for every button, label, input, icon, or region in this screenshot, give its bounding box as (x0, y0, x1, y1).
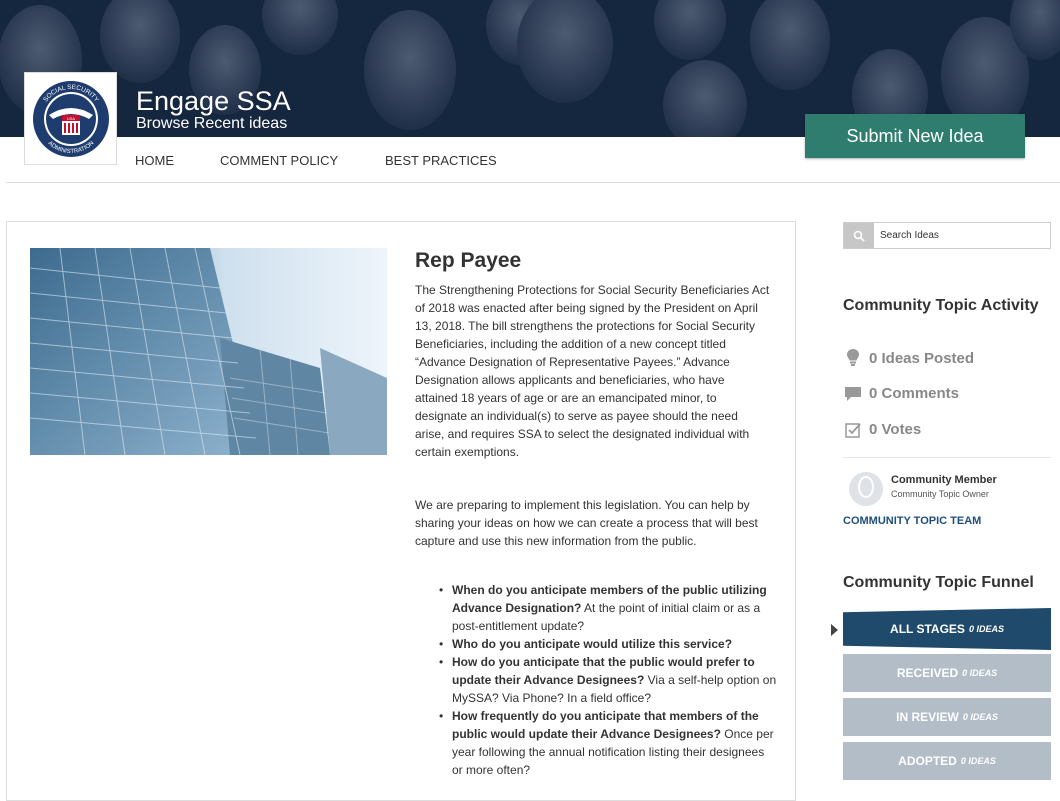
stage-count: 0 IDEAS (962, 668, 998, 678)
search-input[interactable] (880, 223, 1048, 248)
stage-label: ALL STAGES (890, 622, 965, 636)
list-item: When do you anticipate members of the pu… (439, 581, 777, 635)
topic-call-to-action: We are preparing to implement this legis… (415, 498, 758, 548)
ideas-posted-stat: 0 Ideas Posted (843, 349, 974, 367)
stage-label: ADOPTED (898, 754, 957, 768)
avatar[interactable] (849, 472, 883, 506)
ssa-seal-icon: USA SOCIAL SECURITY ADMINISTRATION (32, 80, 109, 157)
question-bold: Who do you anticipate would utilize this… (452, 637, 733, 651)
stage-all-stages[interactable]: ALL STAGES 0 IDEAS (843, 608, 1051, 650)
list-item: How frequently do you anticipate that me… (439, 707, 777, 779)
active-stage-pointer-icon (831, 624, 838, 636)
user-avatar-icon (849, 472, 883, 506)
question-bold: How frequently do you anticipate that me… (452, 709, 759, 741)
question-list: When do you anticipate members of the pu… (439, 581, 777, 779)
search-icon (853, 230, 865, 242)
building-photo (30, 248, 387, 455)
stage-count: 0 IDEAS (962, 712, 998, 722)
community-topic-team-link[interactable]: COMMUNITY TOPIC TEAM (843, 515, 981, 527)
site-subtitle: Browse Recent ideas (136, 115, 288, 132)
checkbox-icon (845, 422, 861, 438)
nav-home[interactable]: HOME (135, 153, 174, 168)
votes-label: 0 Votes (869, 421, 922, 438)
search-box (843, 222, 1051, 249)
stage-received[interactable]: RECEIVED 0 IDEAS (843, 654, 1051, 692)
list-item: How do you anticipate that the public wo… (439, 653, 777, 707)
list-item: Who do you anticipate would utilize this… (439, 635, 777, 653)
site-title[interactable]: Engage SSA (136, 86, 291, 117)
lightbulb-icon (847, 349, 859, 366)
comments-label: 0 Comments (869, 385, 960, 402)
search-button[interactable] (844, 223, 874, 248)
stage-count: 0 IDEAS (960, 756, 996, 766)
submit-new-idea-button[interactable]: Submit New Idea (805, 114, 1025, 158)
stage-adopted[interactable]: ADOPTED 0 IDEAS (843, 742, 1051, 780)
comments-stat: 0 Comments (843, 385, 959, 402)
member-name[interactable]: Community Member (891, 474, 997, 486)
ssa-logo[interactable]: USA SOCIAL SECURITY ADMINISTRATION (24, 72, 117, 165)
stage-in-review[interactable]: IN REVIEW 0 IDEAS (843, 698, 1051, 736)
sidebar-divider (843, 457, 1051, 458)
funnel-title: Community Topic Funnel (843, 574, 1034, 591)
votes-stat: 0 Votes (843, 421, 921, 438)
nav-best-practices[interactable]: BEST PRACTICES (385, 153, 497, 168)
comment-icon (845, 386, 861, 401)
stage-label: RECEIVED (896, 666, 959, 680)
topic-description: The Strengthening Protections for Social… (415, 283, 770, 459)
activity-title: Community Topic Activity (843, 297, 1039, 314)
ideas-posted-label: 0 Ideas Posted (869, 349, 975, 367)
svg-text:USA: USA (66, 116, 75, 121)
topic-title: Rep Payee (415, 249, 522, 272)
member-role: Community Topic Owner (891, 489, 989, 499)
nav-comment-policy[interactable]: COMMENT POLICY (220, 153, 338, 168)
stage-count: 0 IDEAS (968, 624, 1004, 634)
stage-label: IN REVIEW (896, 710, 959, 724)
topic-image (30, 248, 387, 455)
